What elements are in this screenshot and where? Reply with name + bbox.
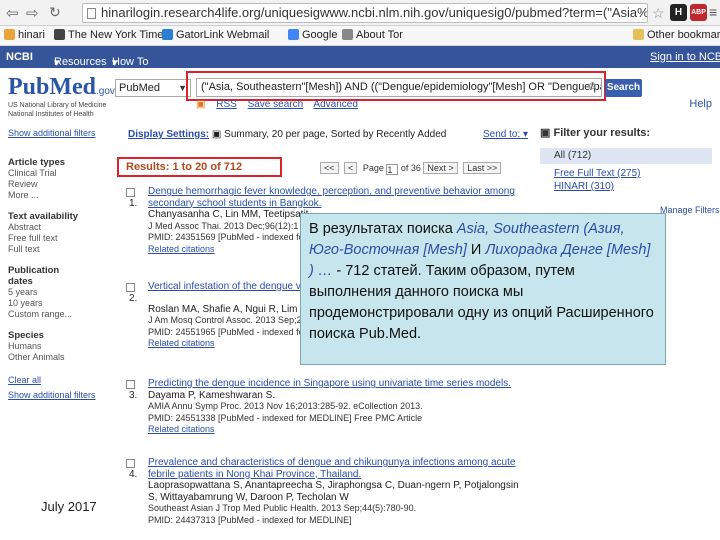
chevron-down-icon: ▣ — [211, 129, 222, 140]
show-additional-filters-link[interactable]: Show additional filters — [8, 128, 108, 139]
search-button[interactable]: Search — [605, 79, 642, 97]
result-checkbox[interactable] — [126, 188, 135, 197]
bookmark-hinari[interactable]: hinari — [4, 29, 45, 41]
slide-date: July 2017 — [41, 499, 97, 514]
bookmark-icon — [342, 29, 353, 40]
filter-custom-range[interactable]: Custom range... — [8, 309, 108, 320]
other-bookmarks[interactable]: Other bookmarks — [633, 29, 720, 41]
related-citations-link[interactable]: Related citations — [148, 424, 526, 436]
reload-icon[interactable]: ↻ — [49, 4, 61, 21]
result-item: 4. Prevalence and characteristics of den… — [126, 457, 526, 526]
chevron-down-icon: ▾ — [54, 57, 60, 69]
result-number: 4. — [129, 469, 138, 480]
clear-icon[interactable]: ⊗ — [588, 81, 596, 92]
browser-toolbar: ⇦ ⇨ ↻ hinarilogin.research4life.org/uniq… — [0, 0, 720, 26]
filter-abstract[interactable]: Abstract — [8, 222, 108, 233]
result-pmid: PMID: 24437313 [PubMed - indexed for MED… — [148, 514, 352, 525]
filter-humans[interactable]: Humans — [8, 341, 108, 352]
bookmark-icon — [288, 29, 299, 40]
result-number: 1. — [129, 198, 138, 209]
result-authors: Laoprasopwattana S, Anantapreecha S, Jir… — [148, 480, 519, 503]
filter-icon: ▣ — [540, 127, 551, 139]
bookmark-nytimes[interactable]: The New York Times — [54, 29, 169, 41]
address-text: hinarilogin.research4life.org/uniquesigw… — [101, 5, 648, 20]
result-journal: Southeast Asian J Trop Med Public Health… — [148, 503, 417, 513]
result-number: 3. — [129, 390, 138, 401]
star-icon[interactable]: ☆ — [652, 5, 665, 22]
result-pmid: PMID: 24551338 [PubMed - indexed for MED… — [148, 412, 423, 423]
filter-heading: Publication dates — [8, 265, 60, 287]
send-to-menu[interactable]: Send to: ▾ — [483, 129, 528, 140]
bookmark-google[interactable]: Google — [288, 29, 337, 41]
forward-arrow-icon[interactable]: ⇨ — [26, 4, 39, 22]
filter-results-heading: ▣ Filter your results: — [540, 127, 651, 139]
filter-10-years[interactable]: 10 years — [8, 298, 108, 309]
bookmarks-bar: hinari The New York Times GatorLink Webm… — [0, 26, 720, 46]
filter-clinical-trial[interactable]: Clinical Trial — [8, 168, 108, 179]
save-search-link[interactable]: Save search — [248, 99, 304, 110]
result-checkbox[interactable] — [126, 459, 135, 468]
filter-free-full-text[interactable]: Free full text — [8, 233, 108, 244]
pager: << < Page 1 of 36 Next > Last >> — [320, 162, 504, 175]
show-additional-filters-link[interactable]: Show additional filters — [8, 390, 108, 401]
result-journal: AMIA Annu Symp Proc. 2013 Nov 16;2013:28… — [148, 401, 423, 411]
advanced-link[interactable]: Advanced — [313, 99, 357, 110]
result-title-link[interactable]: Prevalence and characteristics of dengue… — [148, 457, 526, 480]
prev-page-button[interactable]: < — [344, 162, 358, 174]
page-input[interactable]: 1 — [386, 164, 399, 175]
next-page-button[interactable]: Next > — [423, 162, 458, 174]
first-page-button[interactable]: << — [320, 162, 339, 174]
display-settings[interactable]: Display Settings: ▣ Summary, 20 per page… — [128, 129, 446, 140]
search-sublinks: ▣ RSS Save search Advanced — [196, 99, 366, 110]
annotation-callout: В результатах поиска Asia, Southeastern … — [300, 213, 666, 365]
address-bar[interactable]: hinarilogin.research4life.org/uniquesigw… — [82, 3, 648, 23]
rss-link[interactable]: RSS — [216, 99, 237, 110]
filter-heading: Text availability — [8, 211, 79, 222]
bookmark-gatorlink[interactable]: GatorLink Webmail — [162, 29, 269, 41]
right-filter-panel: ▣ Filter your results: All (712) Free Fu… — [540, 126, 720, 192]
result-item: 3. Predicting the dengue incidence in Si… — [126, 378, 526, 436]
search-input[interactable]: ("Asia, Southeastern"[Mesh]) AND (("Deng… — [196, 78, 602, 97]
last-page-button[interactable]: Last >> — [463, 162, 502, 174]
back-arrow-icon[interactable]: ⇦ — [6, 4, 19, 22]
signin-link[interactable]: Sign in to NCBI — [650, 51, 720, 63]
left-filter-panel: Show additional filters Article types Cl… — [8, 128, 108, 401]
filter-5-years[interactable]: 5 years — [8, 287, 108, 298]
filter-full-text[interactable]: Full text — [8, 244, 108, 255]
chevron-down-icon: ▾ — [112, 57, 118, 69]
filter-all[interactable]: All (712) — [540, 148, 712, 164]
adblock-icon[interactable]: ABP — [690, 4, 707, 21]
result-number: 2. — [129, 293, 138, 304]
filter-other-animals[interactable]: Other Animals — [8, 352, 108, 363]
filter-review[interactable]: Review — [8, 179, 108, 190]
result-title-link[interactable]: Predicting the dengue incidence in Singa… — [148, 378, 526, 390]
page-icon — [87, 8, 96, 19]
filter-hinari-link[interactable]: HINARI (310) — [540, 181, 720, 192]
chevron-down-icon: ▾ — [523, 129, 529, 140]
bookmark-tor[interactable]: About Tor — [342, 29, 403, 41]
ncbi-bar: NCBI Resources ▾ How To ▾ Sign in to NCB… — [0, 46, 720, 69]
result-authors: Dayama P, Kameshwaran S. — [148, 389, 276, 401]
filter-heading: Article types — [8, 157, 66, 168]
bookmark-icon — [4, 29, 15, 40]
ncbi-logo[interactable]: NCBI — [6, 51, 33, 63]
database-select[interactable]: PubMed ▼ — [115, 79, 191, 97]
manage-filters-link[interactable]: Manage Filters — [660, 205, 720, 215]
result-checkbox[interactable] — [126, 380, 135, 389]
pubmed-logo[interactable]: PubMed.gov US National Library of Medici… — [8, 74, 115, 119]
results-count: Results: 1 to 20 of 712 — [126, 161, 243, 173]
clear-all-link[interactable]: Clear all — [8, 375, 108, 386]
help-link[interactable]: Help — [689, 98, 712, 110]
bookmark-icon — [54, 29, 65, 40]
rss-icon: ▣ — [196, 99, 206, 110]
folder-icon — [633, 29, 644, 40]
filter-free-full-text-link[interactable]: Free Full Text (275) — [540, 168, 720, 179]
menu-icon[interactable]: ≡ — [709, 4, 717, 20]
bookmark-icon — [162, 29, 173, 40]
filter-more[interactable]: More ... — [8, 190, 108, 201]
result-title-link[interactable]: Dengue hemorrhagic fever knowledge, perc… — [148, 186, 526, 209]
extension-h-icon[interactable]: H — [670, 4, 687, 21]
result-checkbox[interactable] — [126, 283, 135, 292]
filter-heading: Species — [8, 330, 44, 341]
